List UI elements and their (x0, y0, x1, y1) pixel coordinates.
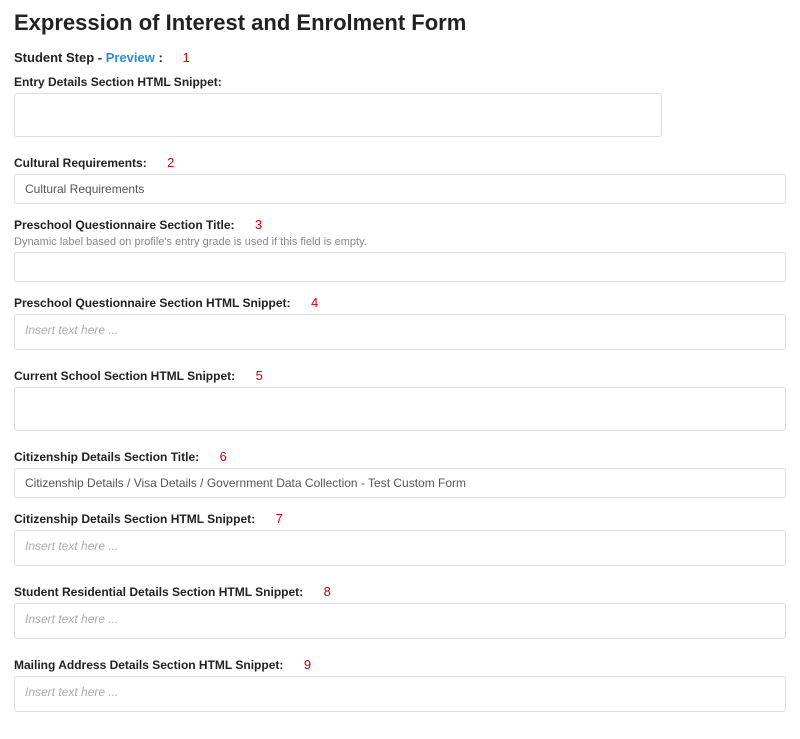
citizenship-title-input[interactable] (14, 468, 786, 498)
entry-details-group: Entry Details Section HTML Snippet: (14, 73, 786, 142)
annotation-3: 3 (255, 217, 262, 232)
current-school-group: Current School Section HTML Snippet: 5 (14, 367, 786, 436)
residential-snippet-input[interactable] (14, 603, 786, 639)
residential-snippet-label: Student Residential Details Section HTML… (14, 585, 303, 599)
current-school-label: Current School Section HTML Snippet: (14, 369, 235, 383)
annotation-9: 9 (304, 657, 311, 672)
citizenship-snippet-input[interactable] (14, 530, 786, 566)
annotation-6: 6 (220, 449, 227, 464)
annotation-8: 8 (324, 584, 331, 599)
page-title: Expression of Interest and Enrolment For… (14, 10, 786, 36)
annotation-2: 2 (167, 155, 174, 170)
preschool-snippet-input[interactable] (14, 314, 786, 350)
preschool-snippet-label: Preschool Questionnaire Section HTML Sni… (14, 296, 290, 310)
preschool-title-group: Preschool Questionnaire Section Title: 3… (14, 216, 786, 282)
current-school-input[interactable] (14, 387, 786, 431)
annotation-4: 4 (311, 295, 318, 310)
annotation-5: 5 (256, 368, 263, 383)
citizenship-snippet-group: Citizenship Details Section HTML Snippet… (14, 510, 786, 571)
step-suffix: : (155, 50, 163, 65)
mailing-snippet-input[interactable] (14, 676, 786, 712)
entry-details-label: Entry Details Section HTML Snippet: (14, 75, 222, 89)
citizenship-title-label: Citizenship Details Section Title: (14, 450, 199, 464)
residential-snippet-group: Student Residential Details Section HTML… (14, 583, 786, 644)
preschool-snippet-group: Preschool Questionnaire Section HTML Sni… (14, 294, 786, 355)
preschool-title-input[interactable] (14, 252, 786, 282)
cultural-requirements-group: Cultural Requirements: 2 (14, 154, 786, 204)
step-prefix: Student Step - (14, 50, 106, 65)
student-step-line: Student Step - Preview : 1 (14, 50, 786, 65)
mailing-snippet-label: Mailing Address Details Section HTML Sni… (14, 658, 283, 672)
citizenship-title-group: Citizenship Details Section Title: 6 (14, 448, 786, 498)
preschool-title-help: Dynamic label based on profile's entry g… (14, 236, 786, 248)
cultural-requirements-input[interactable] (14, 174, 786, 204)
cultural-requirements-label: Cultural Requirements: (14, 156, 147, 170)
preview-link[interactable]: Preview (106, 50, 155, 65)
annotation-7: 7 (276, 511, 283, 526)
mailing-snippet-group: Mailing Address Details Section HTML Sni… (14, 656, 786, 717)
annotation-1: 1 (182, 50, 189, 65)
entry-details-input[interactable] (14, 93, 662, 137)
preschool-title-label: Preschool Questionnaire Section Title: (14, 218, 235, 232)
citizenship-snippet-label: Citizenship Details Section HTML Snippet… (14, 512, 255, 526)
